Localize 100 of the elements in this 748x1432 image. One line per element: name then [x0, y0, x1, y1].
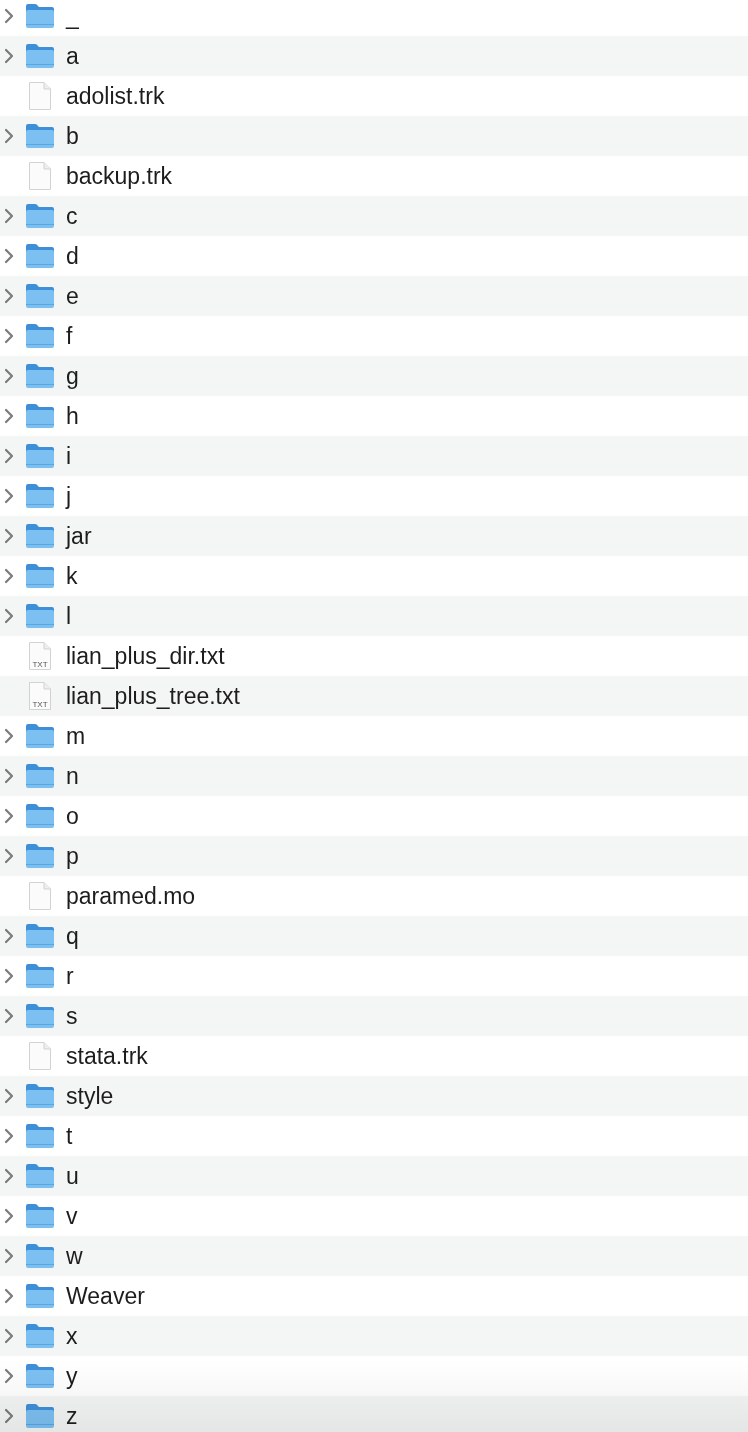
chevron-icon[interactable] [4, 8, 14, 24]
file-name: backup.trk [66, 164, 173, 188]
chevron-icon[interactable] [4, 1088, 14, 1104]
chevron-icon[interactable] [4, 408, 14, 424]
file-name: b [66, 124, 79, 148]
folder-icon [25, 43, 55, 69]
document-icon [28, 161, 52, 191]
chevron-icon[interactable] [4, 568, 14, 584]
chevron-icon[interactable] [4, 1128, 14, 1144]
file-name: paramed.mo [66, 884, 196, 908]
file-name: z [66, 1404, 78, 1428]
folder-icon [25, 523, 55, 549]
chevron-icon[interactable] [4, 1288, 14, 1304]
chevron-icon[interactable] [4, 1208, 14, 1224]
folder-icon [25, 403, 55, 429]
folder-icon [25, 1323, 55, 1349]
file-row[interactable]: a [0, 36, 748, 76]
file-row[interactable]: x [0, 1316, 748, 1356]
folder-icon [25, 803, 55, 829]
folder-icon [25, 1243, 55, 1269]
chevron-icon[interactable] [4, 368, 14, 384]
file-name: style [66, 1084, 114, 1108]
file-row[interactable]: g [0, 356, 748, 396]
chevron-icon[interactable] [4, 1008, 14, 1024]
chevron-icon[interactable] [4, 1328, 14, 1344]
chevron-icon[interactable] [4, 1248, 14, 1264]
chevron-icon[interactable] [4, 768, 14, 784]
chevron-icon[interactable] [4, 488, 14, 504]
file-row[interactable]: b [0, 116, 748, 156]
file-name: k [66, 564, 78, 588]
file-row[interactable]: w [0, 1236, 748, 1276]
file-row[interactable]: n [0, 756, 748, 796]
file-row[interactable]: s [0, 996, 748, 1036]
file-row[interactable]: l [0, 596, 748, 636]
folder-icon [25, 443, 55, 469]
file-name: h [66, 404, 79, 428]
file-name: r [66, 964, 74, 988]
chevron-icon[interactable] [4, 248, 14, 264]
folder-icon [25, 483, 55, 509]
file-name: l [66, 604, 72, 628]
file-name: lian_plus_dir.txt [66, 644, 225, 668]
folder-icon [25, 763, 55, 789]
chevron-icon[interactable] [4, 48, 14, 64]
document-icon [28, 1041, 52, 1071]
folder-icon [25, 203, 55, 229]
chevron-icon[interactable] [4, 928, 14, 944]
chevron-icon[interactable] [4, 528, 14, 544]
file-row[interactable]: p [0, 836, 748, 876]
folder-icon [25, 243, 55, 269]
file-name: adolist.trk [66, 84, 165, 108]
file-name: t [66, 1124, 73, 1148]
folder-icon [25, 1123, 55, 1149]
file-row[interactable]: style [0, 1076, 748, 1116]
folder-icon [25, 1283, 55, 1309]
file-row[interactable]: TXT lian_plus_tree.txt [0, 676, 748, 716]
file-name: s [66, 1004, 78, 1028]
folder-icon [25, 723, 55, 749]
chevron-icon[interactable] [4, 448, 14, 464]
chevron-icon[interactable] [4, 208, 14, 224]
chevron-icon[interactable] [4, 1408, 14, 1424]
folder-icon [25, 1163, 55, 1189]
folder-icon [25, 923, 55, 949]
chevron-icon[interactable] [4, 1368, 14, 1384]
folder-icon [25, 283, 55, 309]
text-file-icon: TXT [28, 681, 52, 711]
file-name: w [66, 1244, 83, 1268]
file-row[interactable]: jar [0, 516, 748, 556]
file-row[interactable]: e [0, 276, 748, 316]
folder-icon [25, 603, 55, 629]
document-icon [28, 81, 52, 111]
chevron-icon[interactable] [4, 1168, 14, 1184]
file-name: y [66, 1364, 78, 1388]
chevron-icon[interactable] [4, 848, 14, 864]
folder-icon [25, 363, 55, 389]
file-row[interactable]: z [0, 1396, 748, 1432]
file-name: _ [66, 4, 79, 28]
chevron-icon[interactable] [4, 608, 14, 624]
file-name: g [66, 364, 79, 388]
file-name: e [66, 284, 79, 308]
file-name: jar [66, 524, 92, 548]
folder-icon [25, 1203, 55, 1229]
chevron-icon[interactable] [4, 128, 14, 144]
chevron-icon[interactable] [4, 288, 14, 304]
chevron-icon[interactable] [4, 328, 14, 344]
folder-icon [25, 1403, 55, 1429]
folder-icon [25, 123, 55, 149]
file-row[interactable]: i [0, 436, 748, 476]
chevron-icon[interactable] [4, 808, 14, 824]
file-name: x [66, 1324, 78, 1348]
file-row[interactable]: c [0, 196, 748, 236]
folder-icon [25, 323, 55, 349]
folder-icon [25, 1363, 55, 1389]
file-row[interactable]: q [0, 916, 748, 956]
chevron-icon[interactable] [4, 968, 14, 984]
chevron-icon[interactable] [4, 728, 14, 744]
file-name: a [66, 44, 79, 68]
folder-icon [25, 843, 55, 869]
document-icon [28, 881, 52, 911]
file-row[interactable]: u [0, 1156, 748, 1196]
file-name: d [66, 244, 79, 268]
